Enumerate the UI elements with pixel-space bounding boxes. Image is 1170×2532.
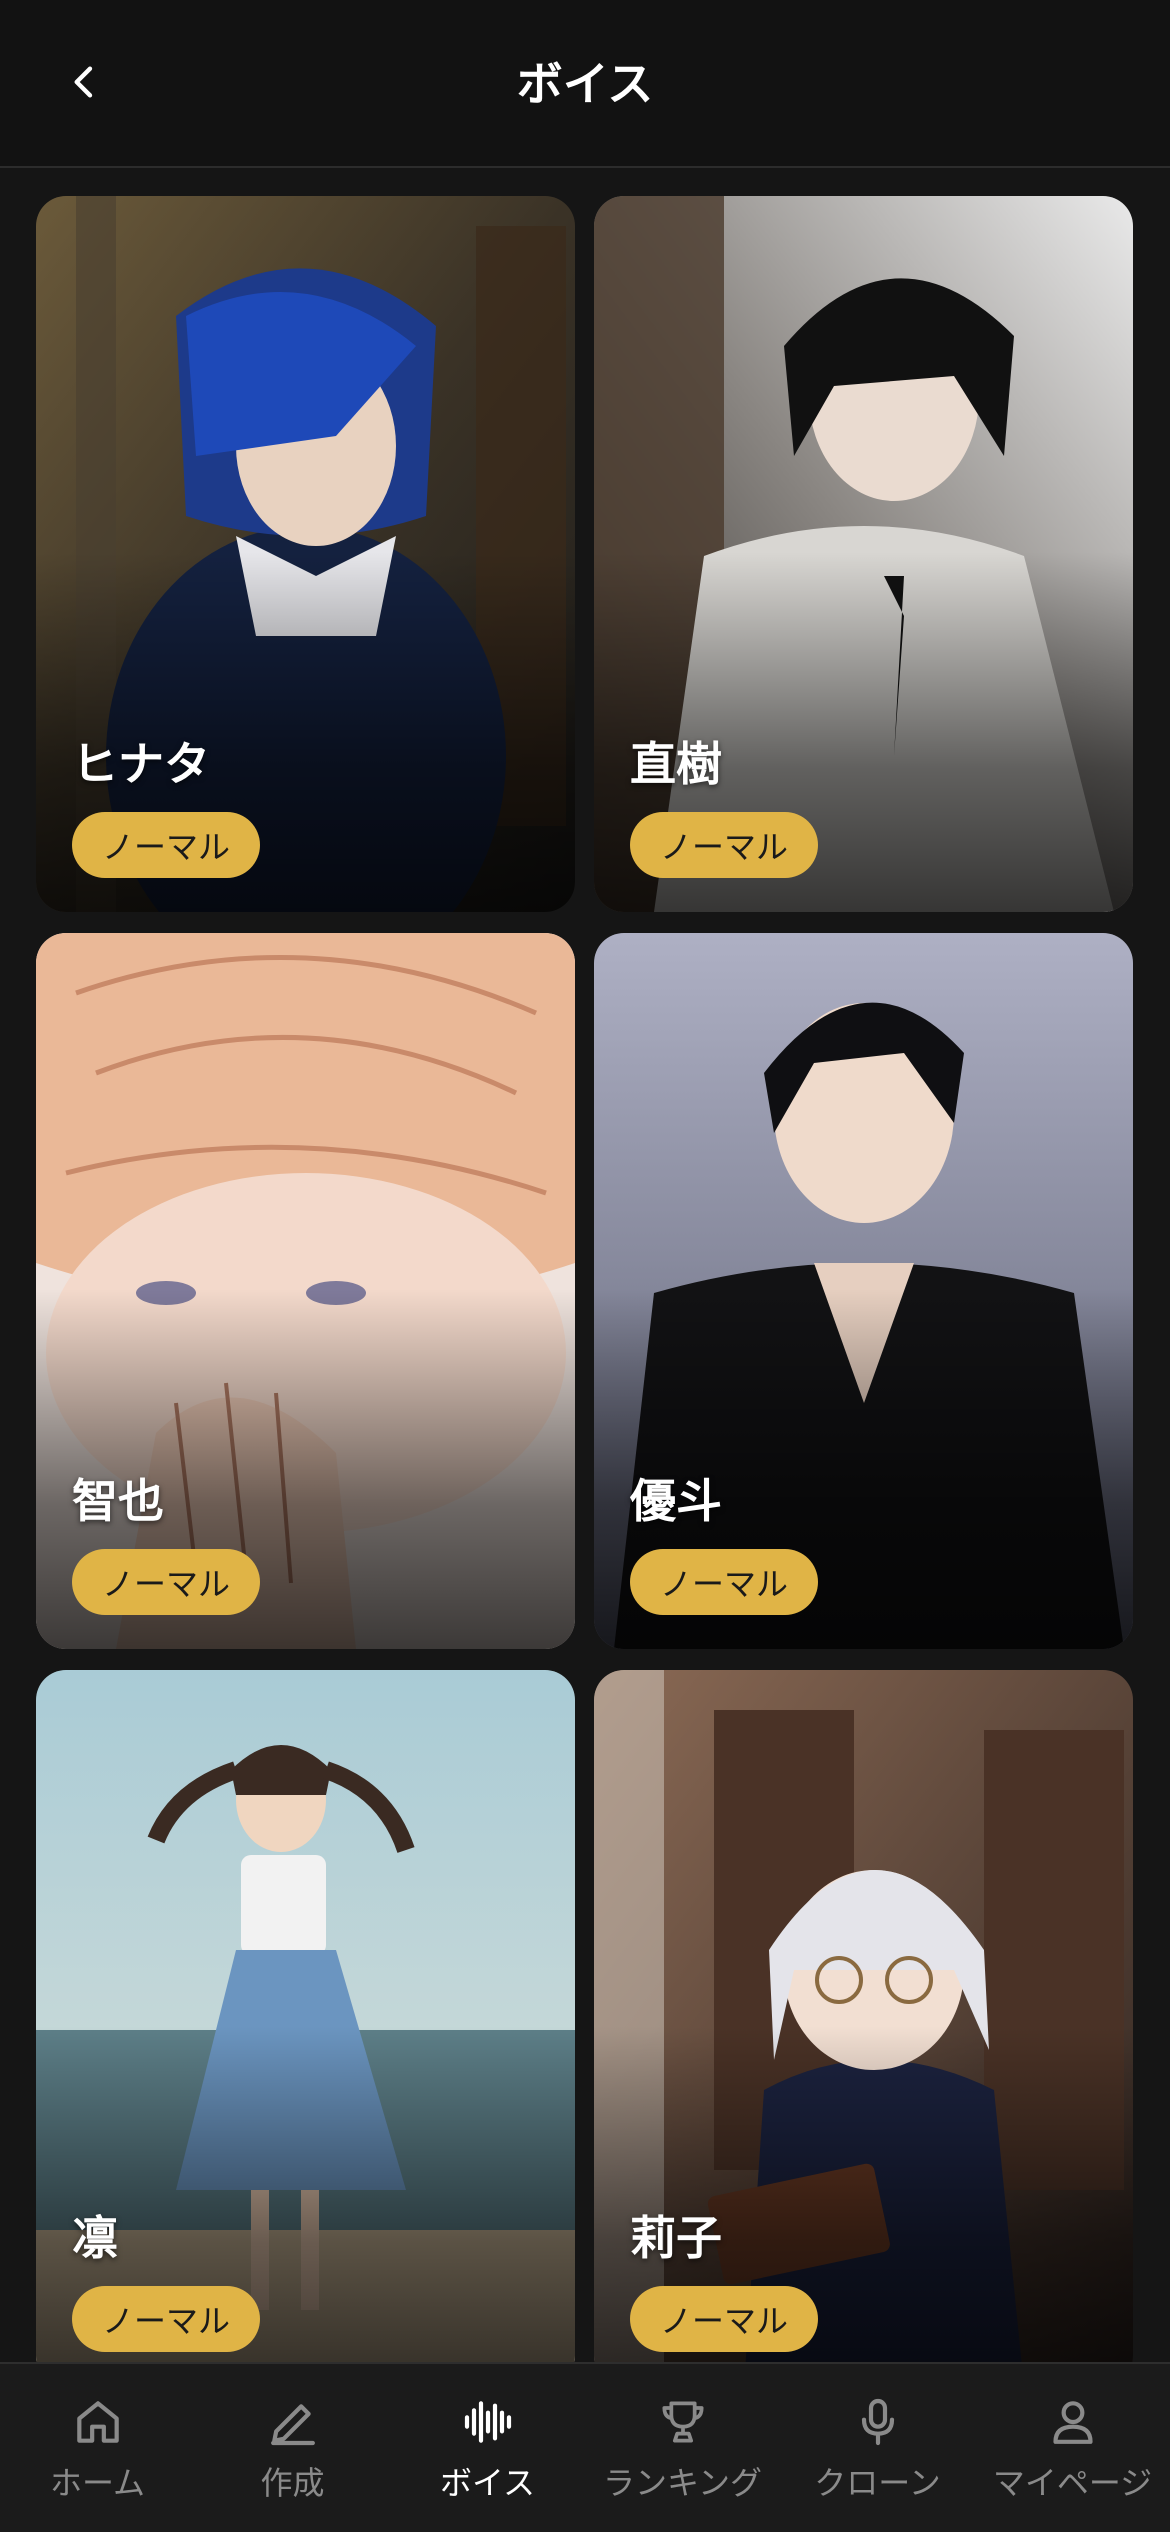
pencil-icon [270, 2404, 315, 2446]
voice-card-rin[interactable]: 凛 ノーマル [36, 1670, 575, 2386]
voice-name: 凛 [72, 2211, 118, 2265]
voice-card-naoki[interactable]: 直樹 ノーマル [594, 196, 1133, 912]
voice-name: 莉子 [630, 2211, 722, 2265]
tab-label: 作成 [260, 2464, 325, 2502]
waveform-icon [464, 2401, 511, 2443]
tab-home[interactable]: ホーム [0, 2364, 195, 2532]
voice-type-badge: ノーマル [72, 1549, 261, 1615]
tab-mypage[interactable]: マイページ [975, 2364, 1170, 2532]
voice-card-riko[interactable]: 莉子 ノーマル [594, 1670, 1133, 2386]
voice-type-badge: ノーマル [72, 2286, 261, 2352]
trophy-icon [661, 2401, 704, 2443]
voice-type-badge: ノーマル [630, 2286, 819, 2352]
tab-ranking[interactable]: ランキング [585, 2364, 780, 2532]
voice-name: 優斗 [630, 1474, 722, 1528]
home-icon [76, 2401, 119, 2443]
tab-label: マイページ [992, 2464, 1153, 2502]
tab-label: クローン [814, 2464, 941, 2502]
tab-label: ホーム [49, 2464, 146, 2502]
voice-name: ヒナタ [72, 737, 210, 791]
tab-label: ランキング [602, 2464, 763, 2502]
tab-clone[interactable]: クローン [780, 2364, 975, 2532]
voice-type-badge: ノーマル [72, 812, 261, 878]
microphone-icon [861, 2398, 894, 2446]
voice-card-tomoya[interactable]: 智也 ノーマル [36, 933, 575, 1649]
bottom-tab-bar: ホーム 作成 ボイス ランキング クローン マイページ [0, 2362, 1170, 2532]
voice-name: 智也 [72, 1474, 164, 1528]
tab-create[interactable]: 作成 [195, 2364, 390, 2532]
voice-name: 直樹 [630, 737, 722, 791]
tab-label: ボイス [439, 2464, 536, 2502]
voice-card-hinata[interactable]: ヒナタ ノーマル [36, 196, 575, 912]
voice-type-badge: ノーマル [630, 812, 819, 878]
voice-card-yuto[interactable]: 優斗 ノーマル [594, 933, 1133, 1649]
voice-type-badge: ノーマル [630, 1549, 819, 1615]
page-title: ボイス [516, 57, 654, 111]
header: ボイス [0, 0, 1170, 168]
tab-voice[interactable]: ボイス [390, 2364, 585, 2532]
user-icon [1052, 2401, 1093, 2444]
